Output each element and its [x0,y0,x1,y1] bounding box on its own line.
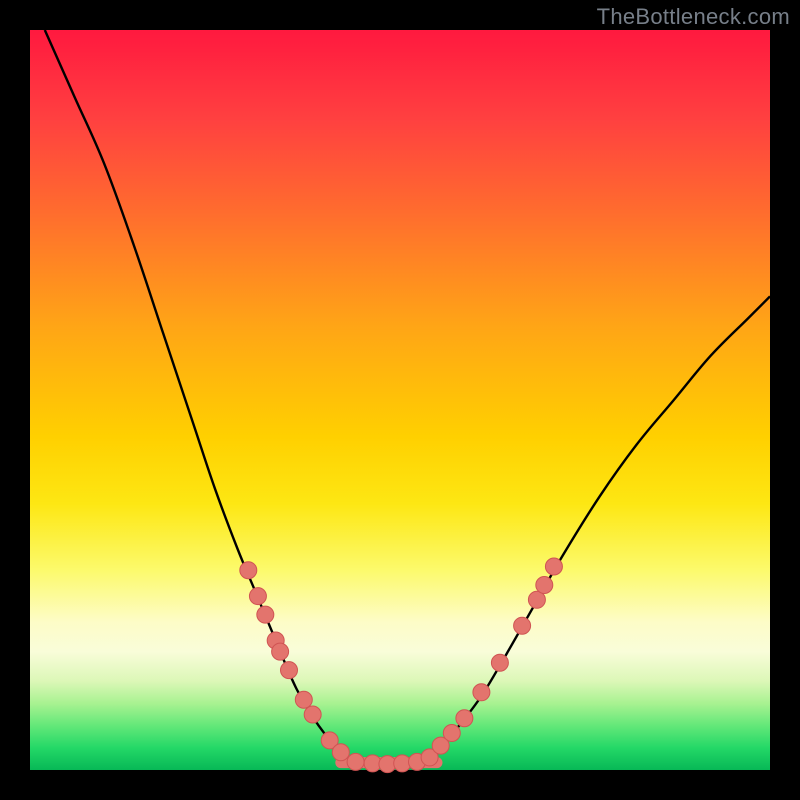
chart-canvas: TheBottleneck.com [0,0,800,800]
data-marker [514,617,531,634]
bottleneck-curve [45,30,770,764]
watermark-label: TheBottleneck.com [597,4,790,30]
data-marker [281,662,298,679]
data-marker [456,710,473,727]
data-marker [257,606,274,623]
data-marker [272,643,289,660]
data-marker [304,706,321,723]
data-marker [347,753,364,770]
chart-overlay [30,30,770,770]
data-marker [491,654,508,671]
data-marker [443,725,460,742]
data-marker [249,588,266,605]
data-marker [332,744,349,761]
data-marker [536,577,553,594]
data-markers [240,558,563,773]
data-marker [473,684,490,701]
data-marker [240,562,257,579]
data-marker [295,691,312,708]
data-marker [545,558,562,575]
